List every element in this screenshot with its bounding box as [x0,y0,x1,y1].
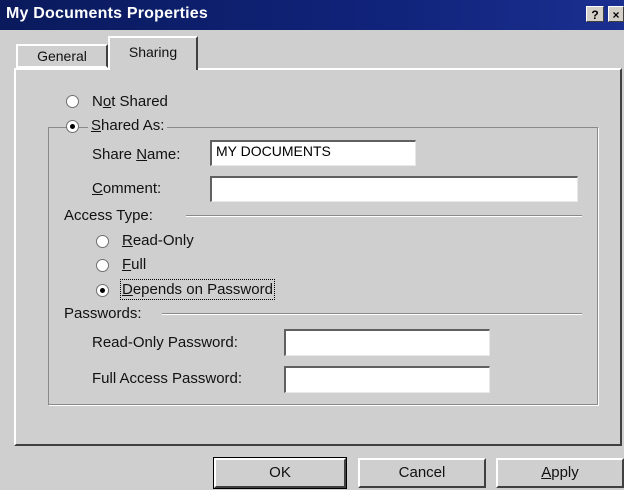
comment-label: Comment: [92,180,162,197]
comment-field[interactable] [210,176,578,202]
full-access-password-label: Full Access Password: [92,370,243,387]
close-button[interactable]: × [608,6,624,22]
full-access-password-field[interactable] [284,366,490,393]
shared-as-radio[interactable] [66,120,79,133]
access-type-label: Access Type: [64,207,153,224]
read-only-password-field[interactable] [284,329,490,356]
passwords-divider [162,313,582,315]
access-type-divider [186,215,582,217]
help-button[interactable]: ? [586,6,604,22]
apply-button[interactable]: Apply [496,458,624,488]
depends-on-password-radio[interactable] [96,284,109,297]
not-shared-radio[interactable] [66,95,79,108]
full-label[interactable]: Full [122,256,146,273]
read-only-password-label: Read-Only Password: [92,334,238,351]
tab-sharing[interactable]: Sharing [108,36,198,70]
properties-dialog: My Documents Properties ? × General Shar… [0,0,624,490]
read-only-label[interactable]: Read-Only [122,232,194,249]
ok-button[interactable]: OK [213,457,347,489]
tab-general[interactable]: General [16,44,108,68]
depends-on-password-label[interactable]: Depends on Password [120,279,275,300]
shared-as-label[interactable]: Shared As: [88,117,168,134]
not-shared-label[interactable]: Not Shared [92,93,168,110]
title-bar: My Documents Properties ? × [0,0,624,30]
cancel-button[interactable]: Cancel [358,458,486,488]
full-radio[interactable] [96,259,109,272]
window-title: My Documents Properties [6,5,208,22]
read-only-radio[interactable] [96,235,109,248]
share-name-label: Share Name: [92,146,181,163]
passwords-label: Passwords: [64,305,142,322]
share-name-field[interactable]: MY DOCUMENTS [210,140,416,166]
